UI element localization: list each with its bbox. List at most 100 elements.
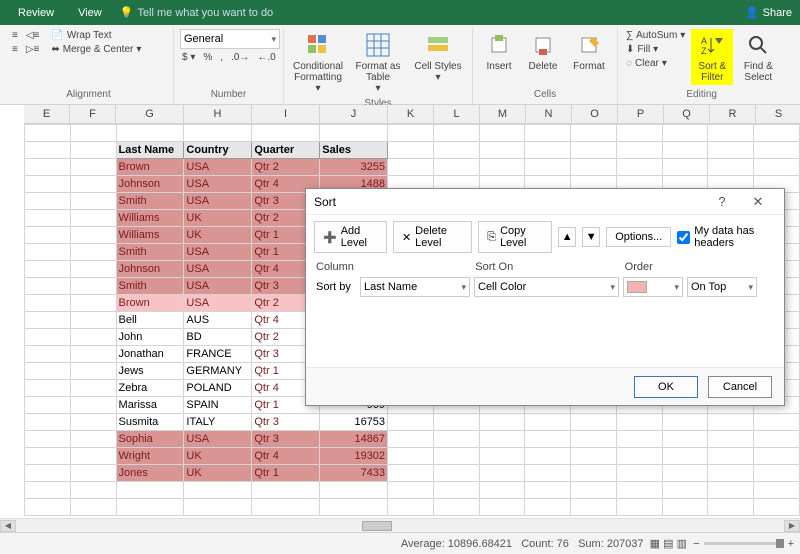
search-icon (744, 31, 772, 59)
col-G[interactable]: G (116, 105, 184, 123)
column-headers[interactable]: EFGHIJKLMNOPQRS (24, 105, 800, 124)
align-center-icon[interactable]: ≡ (10, 43, 20, 56)
order-position-combo[interactable]: On Top (687, 277, 757, 297)
format-button[interactable]: Format (567, 29, 611, 74)
zoom-in-button[interactable]: + (788, 538, 794, 550)
increase-decimal-button[interactable]: .0→ (229, 51, 251, 64)
sorton-header-label: Sort On (475, 261, 624, 273)
zoom-out-button[interactable]: − (693, 538, 699, 550)
order-color-combo[interactable] (623, 277, 683, 297)
dialog-title: Sort (314, 195, 336, 209)
merge-center-button[interactable]: ⬌Merge & Center ▾ (49, 43, 143, 56)
scroll-thumb[interactable] (362, 521, 392, 531)
col-O[interactable]: O (572, 105, 618, 123)
svg-text:A: A (701, 36, 707, 46)
align-left-icon[interactable]: ≡ (10, 29, 20, 42)
horizontal-scrollbar[interactable]: ◀ ▶ (0, 518, 800, 532)
col-I[interactable]: I (252, 105, 320, 123)
headers-checkbox[interactable]: My data has headers (677, 225, 776, 249)
move-down-button[interactable]: ▼ (582, 227, 600, 247)
cell-styles-icon (424, 31, 452, 59)
comma-button[interactable]: , (218, 51, 225, 64)
column-header-label: Column (316, 261, 475, 273)
view-layout-icon[interactable]: ▤ (663, 537, 673, 550)
dialog-titlebar[interactable]: Sort ? ✕ (306, 189, 784, 215)
sorton-combo[interactable]: Cell Color (474, 277, 619, 297)
wrap-text-button[interactable]: 📄Wrap Text (49, 29, 143, 42)
insert-icon (485, 31, 513, 59)
cell-styles-button[interactable]: Cell Styles ▾ (410, 29, 466, 85)
group-label-alignment: Alignment (10, 87, 167, 102)
conditional-formatting-button[interactable]: Conditional Formatting ▾ (290, 29, 346, 96)
cancel-button[interactable]: Cancel (708, 376, 772, 398)
clear-button[interactable]: ◌Clear ▾ (624, 57, 687, 70)
col-F[interactable]: F (70, 105, 116, 123)
title-bar: Review View 💡 Tell me what you want to d… (0, 0, 800, 25)
options-button[interactable]: Options... (606, 227, 671, 247)
add-level-button[interactable]: ➕Add Level (314, 221, 387, 253)
ok-button[interactable]: OK (634, 376, 698, 398)
status-average: Average: 10896.68421 (401, 538, 512, 550)
col-L[interactable]: L (434, 105, 480, 123)
col-H[interactable]: H (184, 105, 252, 123)
status-bar: Average: 10896.68421 Count: 76 Sum: 2070… (0, 532, 800, 554)
tell-me-label: Tell me what you want to do (137, 7, 273, 19)
scroll-right-button[interactable]: ▶ (784, 520, 800, 532)
zoom-slider[interactable] (704, 542, 784, 545)
tab-view[interactable]: View (68, 3, 112, 23)
add-icon: ➕ (323, 231, 337, 244)
col-E[interactable]: E (24, 105, 70, 123)
format-icon (575, 31, 603, 59)
group-label-cells: Cells (479, 87, 611, 102)
order-header-label: Order (625, 261, 774, 273)
insert-button[interactable]: Insert (479, 29, 519, 74)
col-S[interactable]: S (756, 105, 800, 123)
scroll-track[interactable] (16, 520, 784, 532)
sortby-combo[interactable]: Last Name (360, 277, 470, 297)
view-normal-icon[interactable]: ▦ (650, 537, 660, 550)
col-J[interactable]: J (320, 105, 388, 123)
dialog-help-button[interactable]: ? (704, 191, 740, 213)
move-up-button[interactable]: ▲ (558, 227, 576, 247)
ribbon: ≡ ≡ ◁≡ ▷≡ 📄Wrap Text ⬌Merge & Center ▾ A… (0, 25, 800, 105)
scroll-left-button[interactable]: ◀ (0, 520, 16, 532)
lightbulb-icon: 💡 (120, 6, 134, 19)
indent-increase-icon[interactable]: ▷≡ (24, 43, 42, 56)
svg-text:Z: Z (701, 46, 707, 56)
tell-me-search[interactable]: 💡 Tell me what you want to do (120, 6, 273, 19)
format-as-table-button[interactable]: Format as Table ▾ (350, 29, 406, 96)
number-format-combo[interactable]: General (180, 29, 280, 49)
merge-icon: ⬌ (51, 44, 59, 55)
decrease-decimal-button[interactable]: ←.0 (255, 51, 277, 64)
copy-level-button[interactable]: ⎘Copy Level (478, 221, 552, 253)
col-N[interactable]: N (526, 105, 572, 123)
percent-button[interactable]: % (201, 51, 214, 64)
zoom-control[interactable]: − + (693, 538, 794, 550)
sort-dialog: Sort ? ✕ ➕Add Level ✕Delete Level ⎘Copy … (305, 188, 785, 406)
copy-icon: ⎘ (487, 231, 496, 244)
conditional-formatting-icon (304, 31, 332, 59)
fill-button[interactable]: ⬇Fill ▾ (624, 43, 687, 56)
col-R[interactable]: R (710, 105, 756, 123)
find-select-button[interactable]: Find & Select (737, 29, 779, 85)
tab-review[interactable]: Review (8, 3, 64, 23)
sigma-icon: ∑ (626, 30, 633, 41)
sort-filter-icon: AZ (698, 31, 726, 59)
sort-filter-button[interactable]: AZSort & Filter (691, 29, 733, 85)
indent-decrease-icon[interactable]: ◁≡ (24, 29, 42, 42)
col-P[interactable]: P (618, 105, 664, 123)
share-button[interactable]: 👤 Share (745, 6, 792, 19)
col-Q[interactable]: Q (664, 105, 710, 123)
share-label: Share (763, 7, 792, 19)
currency-button[interactable]: $ ▾ (180, 51, 197, 64)
delete-level-button[interactable]: ✕Delete Level (393, 221, 472, 253)
view-pagebreak-icon[interactable]: ▥ (677, 537, 687, 550)
autosum-button[interactable]: ∑AutoSum ▾ (624, 29, 687, 42)
col-M[interactable]: M (480, 105, 526, 123)
share-icon: 👤 (745, 6, 759, 19)
dialog-close-button[interactable]: ✕ (740, 191, 776, 213)
delete-icon: ✕ (402, 231, 411, 244)
delete-button[interactable]: Delete (523, 29, 563, 74)
sortby-label: Sort by (316, 281, 356, 293)
col-K[interactable]: K (388, 105, 434, 123)
